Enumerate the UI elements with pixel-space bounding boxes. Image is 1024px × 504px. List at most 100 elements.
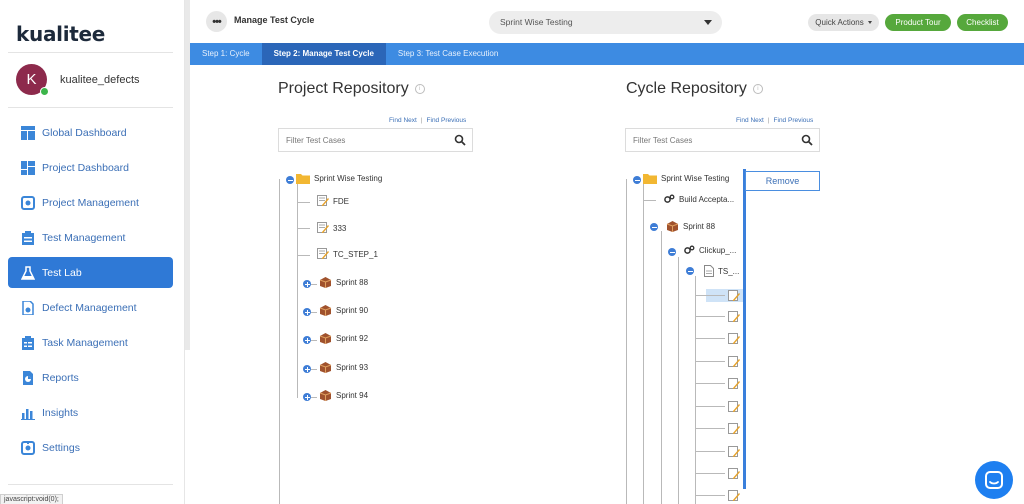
sidebar-item-test-management[interactable]: Test Management <box>8 222 173 253</box>
collapse-toggle-icon[interactable] <box>633 176 641 184</box>
tree-node-build[interactable]: Build Accepta... <box>664 194 734 204</box>
test-case-icon[interactable] <box>728 311 740 323</box>
tree-node-sprint[interactable]: Sprint 92 <box>319 332 368 344</box>
test-case-icon <box>317 222 329 233</box>
remove-button[interactable]: Remove <box>745 171 820 191</box>
tree-line <box>297 202 310 203</box>
insights-icon <box>20 405 35 420</box>
cycle-filter-input[interactable] <box>626 129 786 151</box>
expand-toggle-icon[interactable] <box>303 365 311 373</box>
checklist-button[interactable]: Checklist <box>957 14 1008 31</box>
product-tour-button[interactable]: Product Tour <box>885 14 951 31</box>
test-case-icon[interactable] <box>728 378 740 390</box>
tree-node-sprint[interactable]: Sprint 90 <box>319 304 368 316</box>
test-case-icon[interactable] <box>728 468 740 480</box>
cycle-find-previous-link[interactable]: Find Previous <box>774 117 814 124</box>
tree-line <box>695 383 725 384</box>
tree-node-module[interactable]: Clickup_... <box>684 245 736 255</box>
tree-node-label: TC_STEP_1 <box>333 249 378 259</box>
sidebar-nav: Global Dashboard Project Dashboard Proje… <box>8 117 173 467</box>
tree-node-sprint[interactable]: Sprint 88 <box>666 220 715 232</box>
tab-step-1-cycle[interactable]: Step 1: Cycle <box>190 43 262 65</box>
search-icon[interactable] <box>801 134 813 146</box>
sidebar-item-task-management[interactable]: Task Management <box>8 327 173 358</box>
global-dashboard-icon <box>20 125 35 140</box>
tree-node-testcase[interactable]: TC_STEP_1 <box>317 248 378 260</box>
search-icon[interactable] <box>454 134 466 146</box>
sidebar-item-label: Project Management <box>42 196 139 209</box>
sidebar-item-defect-management[interactable]: Defect Management <box>8 292 173 323</box>
collapse-toggle-icon[interactable] <box>286 176 294 184</box>
cycle-tree-scrollbar[interactable] <box>743 169 746 489</box>
tree-node-suite[interactable]: TS_... <box>704 265 739 277</box>
defect-icon <box>20 300 35 315</box>
collapse-toggle-icon[interactable] <box>650 223 658 231</box>
user-profile[interactable]: K kualitee_defects <box>16 64 140 96</box>
expand-toggle-icon[interactable] <box>303 308 311 316</box>
expand-toggle-icon[interactable] <box>303 393 311 401</box>
sidebar-item-test-lab[interactable]: Test Lab <box>8 257 173 288</box>
test-case-icon[interactable] <box>728 333 740 345</box>
quick-actions-button[interactable]: Quick Actions <box>808 14 879 31</box>
expand-toggle-icon[interactable] <box>303 336 311 344</box>
sidebar-divider <box>8 484 173 485</box>
expand-toggle-icon[interactable] <box>303 280 311 288</box>
tree-line <box>311 284 317 285</box>
sidebar-item-settings[interactable]: Settings <box>8 432 173 463</box>
tree-node-label: FDE <box>333 196 349 206</box>
tree-line <box>695 338 725 339</box>
sprint-box-icon <box>319 333 332 344</box>
tree-node-label: Clickup_... <box>699 245 737 255</box>
chevron-down-icon <box>704 20 712 25</box>
tree-node-testcase[interactable]: FDE <box>317 195 349 207</box>
sidebar-item-insights[interactable]: Insights <box>8 397 173 428</box>
more-menu-button[interactable]: ••• <box>206 11 227 32</box>
test-case-icon[interactable] <box>728 401 740 413</box>
tree-node-label: Sprint 88 <box>683 221 716 231</box>
kualitee-logo[interactable]: kualitee <box>16 22 105 46</box>
tree-line <box>297 228 310 229</box>
sprint-box-icon <box>319 362 332 373</box>
collapse-toggle-icon[interactable] <box>668 248 676 256</box>
test-case-icon[interactable] <box>728 290 740 302</box>
tab-step-2-manage-test-cycle[interactable]: Step 2: Manage Test Cycle <box>261 43 386 65</box>
chat-launcher-button[interactable] <box>975 461 1013 499</box>
tree-line <box>695 428 725 429</box>
collapse-toggle-icon[interactable] <box>686 267 694 275</box>
tree-node-testcase[interactable]: 333 <box>317 222 346 234</box>
cycle-find-next-link[interactable]: Find Next <box>736 117 764 124</box>
test-case-icon[interactable] <box>728 446 740 458</box>
tree-line <box>695 295 725 296</box>
status-bar-link: javascript:void(0); <box>0 494 63 504</box>
tree-node-sprint[interactable]: Sprint 93 <box>319 361 368 373</box>
info-icon[interactable]: i <box>414 83 425 94</box>
sidebar-item-reports[interactable]: Reports <box>8 362 173 393</box>
project-find-previous-link[interactable]: Find Previous <box>427 117 467 124</box>
cycle-repository-title-text: Cycle Repository <box>626 80 747 97</box>
sprint-box-icon <box>319 277 332 288</box>
sidebar-divider <box>8 107 173 108</box>
cycle-select[interactable]: Sprint Wise Testing <box>489 11 722 34</box>
test-case-icon <box>317 195 329 206</box>
test-case-icon[interactable] <box>728 423 740 435</box>
project-find-next-link[interactable]: Find Next <box>389 117 417 124</box>
tree-node-sprint[interactable]: Sprint 94 <box>319 389 368 401</box>
sidebar-divider <box>8 52 173 53</box>
info-icon[interactable]: i <box>752 83 763 94</box>
tree-line <box>695 316 725 317</box>
tree-line <box>311 397 317 398</box>
project-tree-root[interactable]: Sprint Wise Testing <box>296 173 382 184</box>
sidebar-item-global-dashboard[interactable]: Global Dashboard <box>8 117 173 148</box>
avatar[interactable]: K <box>16 64 49 96</box>
sidebar-item-project-management[interactable]: Project Management <box>8 187 173 218</box>
test-case-icon[interactable] <box>728 490 740 502</box>
sidebar-item-project-dashboard[interactable]: Project Dashboard <box>8 152 173 183</box>
sidebar: kualitee K kualitee_defects Global Dashb… <box>0 0 185 504</box>
project-filter-input[interactable] <box>279 129 439 151</box>
cycle-tree-root[interactable]: Sprint Wise Testing <box>643 173 729 184</box>
test-case-icon[interactable] <box>728 356 740 368</box>
tree-node-sprint[interactable]: Sprint 88 <box>319 276 368 288</box>
test-management-icon <box>20 230 35 245</box>
tree-line <box>311 369 317 370</box>
tab-step-3-test-case-execution[interactable]: Step 3: Test Case Execution <box>386 43 510 65</box>
